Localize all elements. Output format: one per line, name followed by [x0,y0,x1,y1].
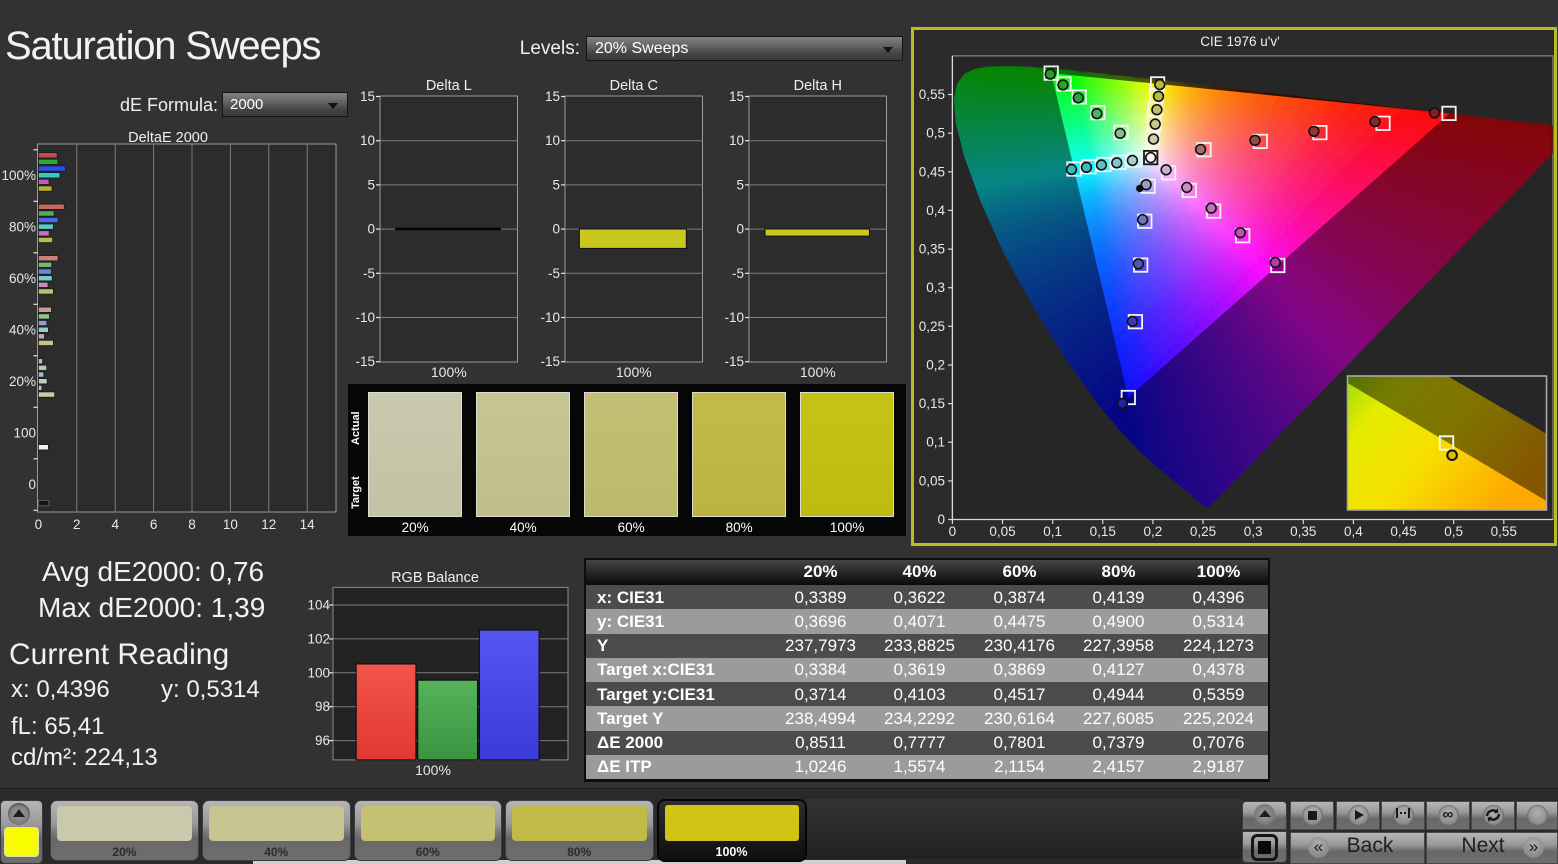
svg-text:8: 8 [188,517,196,532]
svg-text:0,5: 0,5 [1444,524,1463,539]
svg-text:10: 10 [223,517,238,532]
svg-text:0,1: 0,1 [1043,524,1062,539]
svg-text:-5: -5 [732,266,744,281]
svg-text:0,1: 0,1 [926,435,945,450]
svg-text:0,05: 0,05 [989,524,1015,539]
svg-text:Delta H: Delta H [794,78,842,94]
svg-text:40%: 40% [9,323,36,338]
svg-text:0,45: 0,45 [919,164,945,179]
svg-text:0,2: 0,2 [926,358,945,373]
svg-text:104: 104 [307,598,330,613]
svg-text:4: 4 [111,517,119,532]
svg-text:102: 102 [307,631,330,646]
svg-text:RGB Balance: RGB Balance [391,570,479,586]
svg-text:96: 96 [315,733,330,748]
svg-text:12: 12 [261,517,276,532]
svg-text:-10: -10 [724,310,744,325]
svg-text:100: 100 [307,665,330,680]
svg-text:0,35: 0,35 [919,242,945,257]
svg-text:Delta L: Delta L [426,78,472,94]
svg-text:100: 100 [13,426,36,441]
svg-text:6: 6 [150,517,158,532]
svg-text:0,4: 0,4 [1344,524,1363,539]
svg-text:0,05: 0,05 [919,473,945,488]
svg-text:10: 10 [729,133,744,148]
svg-text:0,3: 0,3 [926,280,945,295]
svg-text:100%: 100% [1,168,36,183]
svg-text:0,4: 0,4 [926,203,945,218]
svg-text:-5: -5 [548,266,560,281]
svg-text:0: 0 [35,517,43,532]
svg-text:0,2: 0,2 [1144,524,1163,539]
svg-text:0,25: 0,25 [1190,524,1216,539]
svg-text:5: 5 [736,177,744,192]
svg-text:0,55: 0,55 [1491,524,1517,539]
svg-text:-15: -15 [540,354,560,369]
svg-text:0,45: 0,45 [1390,524,1416,539]
svg-text:60%: 60% [9,271,36,286]
svg-text:15: 15 [545,89,560,104]
svg-text:0: 0 [28,477,36,492]
svg-text:5: 5 [367,177,375,192]
svg-text:0,15: 0,15 [1090,524,1116,539]
svg-text:10: 10 [360,133,375,148]
svg-text:20%: 20% [9,374,36,389]
svg-text:-10: -10 [355,310,375,325]
svg-text:5: 5 [552,177,560,192]
svg-text:100%: 100% [800,364,836,380]
svg-text:14: 14 [300,517,316,532]
svg-text:0,5: 0,5 [926,126,945,141]
svg-text:15: 15 [360,89,375,104]
svg-text:0,55: 0,55 [919,87,945,102]
svg-text:0,3: 0,3 [1244,524,1263,539]
svg-text:-5: -5 [363,266,375,281]
svg-text:0,25: 0,25 [919,319,945,334]
svg-text:0: 0 [552,222,560,237]
svg-text:100%: 100% [415,762,451,778]
svg-text:0: 0 [367,222,375,237]
svg-text:0: 0 [937,512,945,527]
svg-text:100%: 100% [431,364,467,380]
svg-text:0: 0 [736,222,744,237]
svg-text:98: 98 [315,699,330,714]
svg-text:0,15: 0,15 [919,396,945,411]
svg-text:-10: -10 [540,310,560,325]
svg-text:Delta C: Delta C [610,78,658,94]
svg-text:-15: -15 [355,354,375,369]
svg-text:15: 15 [729,89,744,104]
svg-text:0,35: 0,35 [1290,524,1316,539]
svg-text:-15: -15 [724,354,744,369]
svg-text:10: 10 [545,133,560,148]
svg-text:CIE 1976 u'v': CIE 1976 u'v' [1200,34,1279,49]
svg-text:100%: 100% [616,364,652,380]
svg-text:2: 2 [73,517,81,532]
svg-text:80%: 80% [9,220,36,235]
svg-text:0: 0 [949,524,957,539]
